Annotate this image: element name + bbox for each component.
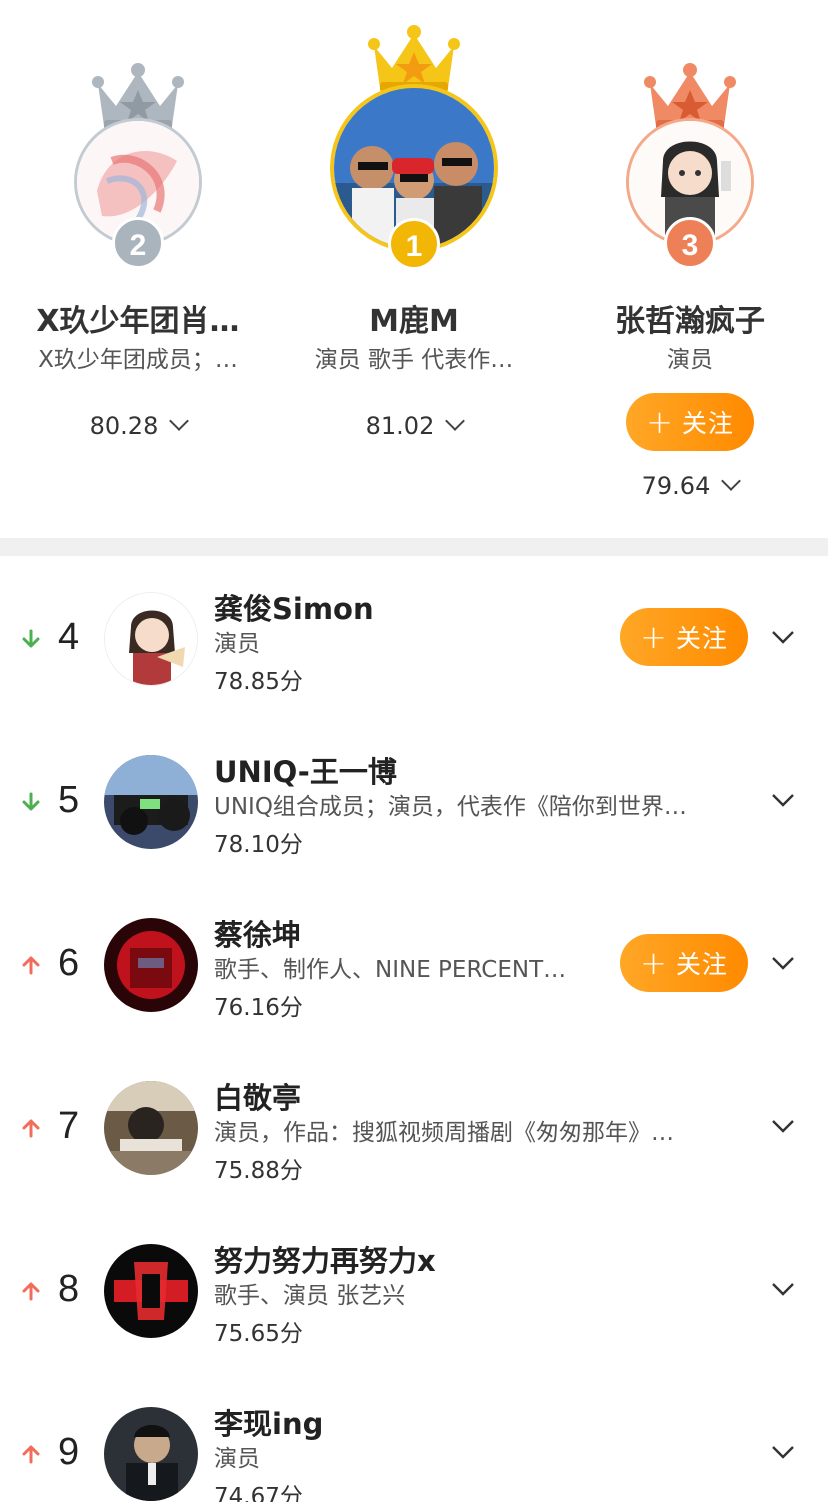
follow-button[interactable]: + 关注 — [620, 608, 748, 666]
plus-icon: + — [646, 403, 674, 441]
follow-label: 关注 — [681, 409, 734, 438]
chevron-down-icon[interactable] — [770, 624, 796, 650]
list-item[interactable]: 4 龚俊Simon 演员 78.85分 + 关注 — [0, 556, 828, 719]
rank-badge: 2 — [112, 217, 164, 269]
rank-badge: 1 — [388, 218, 440, 270]
follow-label: 关注 — [675, 950, 728, 979]
item-score: 78.85分 — [214, 669, 303, 695]
score-value: 79.64 — [641, 472, 711, 500]
follow-button[interactable]: + 关注 — [620, 934, 748, 992]
follow-label: 关注 — [675, 624, 728, 653]
trend-down-icon — [22, 629, 40, 648]
item-desc: 歌手、制作人、NINE PERCENT… — [214, 957, 567, 983]
podium-name[interactable]: M鹿M — [276, 296, 552, 340]
avatar[interactable] — [104, 1407, 198, 1501]
podium-desc: X玖少年团成员；… — [38, 347, 238, 373]
item-score: 75.65分 — [214, 1321, 303, 1347]
avatar[interactable] — [104, 592, 198, 686]
item-name[interactable]: 李现ing — [214, 1401, 323, 1443]
chevron-down-icon[interactable] — [445, 411, 466, 431]
item-score: 76.16分 — [214, 995, 303, 1021]
chevron-down-icon[interactable] — [770, 1276, 796, 1302]
chevron-down-icon[interactable] — [770, 950, 796, 976]
item-desc: 演员，作品：搜狐视频周播剧《匆匆那年》… — [214, 1120, 674, 1146]
podium-rank-2[interactable]: 2 X玖少年团肖… X玖少年团成员；… 80.28 — [0, 0, 276, 520]
item-score: 78.10分 — [214, 832, 303, 858]
chevron-down-icon[interactable] — [169, 411, 190, 431]
chevron-down-icon[interactable] — [770, 1439, 796, 1465]
item-desc: UNIQ组合成员；演员，代表作《陪你到世界… — [214, 794, 687, 820]
item-name[interactable]: 白敬亭 — [214, 1075, 301, 1117]
top-three-podium: 2 X玖少年团肖… X玖少年团成员；… 80.28 1 M鹿M 演员 歌手 代表… — [0, 0, 828, 538]
item-desc: 演员 — [214, 1446, 260, 1472]
rank-number: 8 — [58, 1268, 80, 1310]
plus-icon: + — [640, 944, 668, 982]
chevron-down-icon[interactable] — [770, 787, 796, 813]
podium-name[interactable]: X玖少年团肖… — [18, 296, 258, 340]
item-name[interactable]: 龚俊Simon — [214, 586, 374, 628]
avatar[interactable] — [104, 1244, 198, 1338]
avatar[interactable] — [104, 1081, 198, 1175]
rank-number: 6 — [58, 942, 80, 984]
trend-down-icon — [22, 792, 40, 811]
podium-rank-3[interactable]: 3 张哲瀚疯子 演员 + 关注 79.64 — [552, 0, 828, 520]
item-name[interactable]: 努力努力再努力x — [214, 1238, 436, 1280]
trend-up-icon — [22, 1445, 40, 1464]
podium-name[interactable]: 张哲瀚疯子 — [552, 296, 828, 340]
trend-up-icon — [22, 1282, 40, 1301]
item-score: 75.88分 — [214, 1158, 303, 1184]
avatar[interactable] — [104, 755, 198, 849]
rank-number: 7 — [58, 1105, 80, 1147]
item-name[interactable]: 蔡徐坤 — [214, 912, 301, 954]
rank-number: 4 — [58, 616, 80, 658]
item-desc: 歌手、演员 张艺兴 — [214, 1283, 406, 1309]
trend-up-icon — [22, 1119, 40, 1138]
podium-rank-1[interactable]: 1 M鹿M 演员 歌手 代表作… 81.02 — [276, 0, 552, 520]
chevron-down-icon[interactable] — [721, 471, 742, 491]
podium-score[interactable]: 79.64 — [552, 471, 828, 500]
rank-number: 9 — [58, 1431, 80, 1473]
podium-score[interactable]: 80.28 — [0, 411, 276, 440]
podium-desc: 演员 — [667, 347, 713, 373]
score-value: 81.02 — [365, 412, 435, 440]
item-score: 74.67分 — [214, 1484, 303, 1502]
follow-button[interactable]: + 关注 — [626, 393, 754, 451]
score-value: 80.28 — [89, 412, 159, 440]
podium-score[interactable]: 81.02 — [276, 411, 552, 440]
list-item[interactable]: 9 李现ing 演员 74.67分 — [0, 1371, 828, 1502]
section-divider — [0, 538, 828, 556]
avatar[interactable] — [104, 918, 198, 1012]
list-item[interactable]: 7 白敬亭 演员，作品：搜狐视频周播剧《匆匆那年》… 75.88分 — [0, 1045, 828, 1208]
list-item[interactable]: 5 UNIQ-王一博 UNIQ组合成员；演员，代表作《陪你到世界… 78.10分 — [0, 719, 828, 882]
trend-up-icon — [22, 956, 40, 975]
item-name[interactable]: UNIQ-王一博 — [214, 749, 397, 791]
podium-desc: 演员 歌手 代表作… — [314, 347, 514, 373]
chevron-down-icon[interactable] — [770, 1113, 796, 1139]
list-item[interactable]: 8 努力努力再努力x 歌手、演员 张艺兴 75.65分 — [0, 1208, 828, 1371]
item-desc: 演员 — [214, 631, 260, 657]
rank-number: 5 — [58, 779, 80, 821]
rank-badge: 3 — [664, 217, 716, 269]
list-item[interactable]: 6 蔡徐坤 歌手、制作人、NINE PERCENT… 76.16分 + 关注 — [0, 882, 828, 1045]
plus-icon: + — [640, 618, 668, 656]
